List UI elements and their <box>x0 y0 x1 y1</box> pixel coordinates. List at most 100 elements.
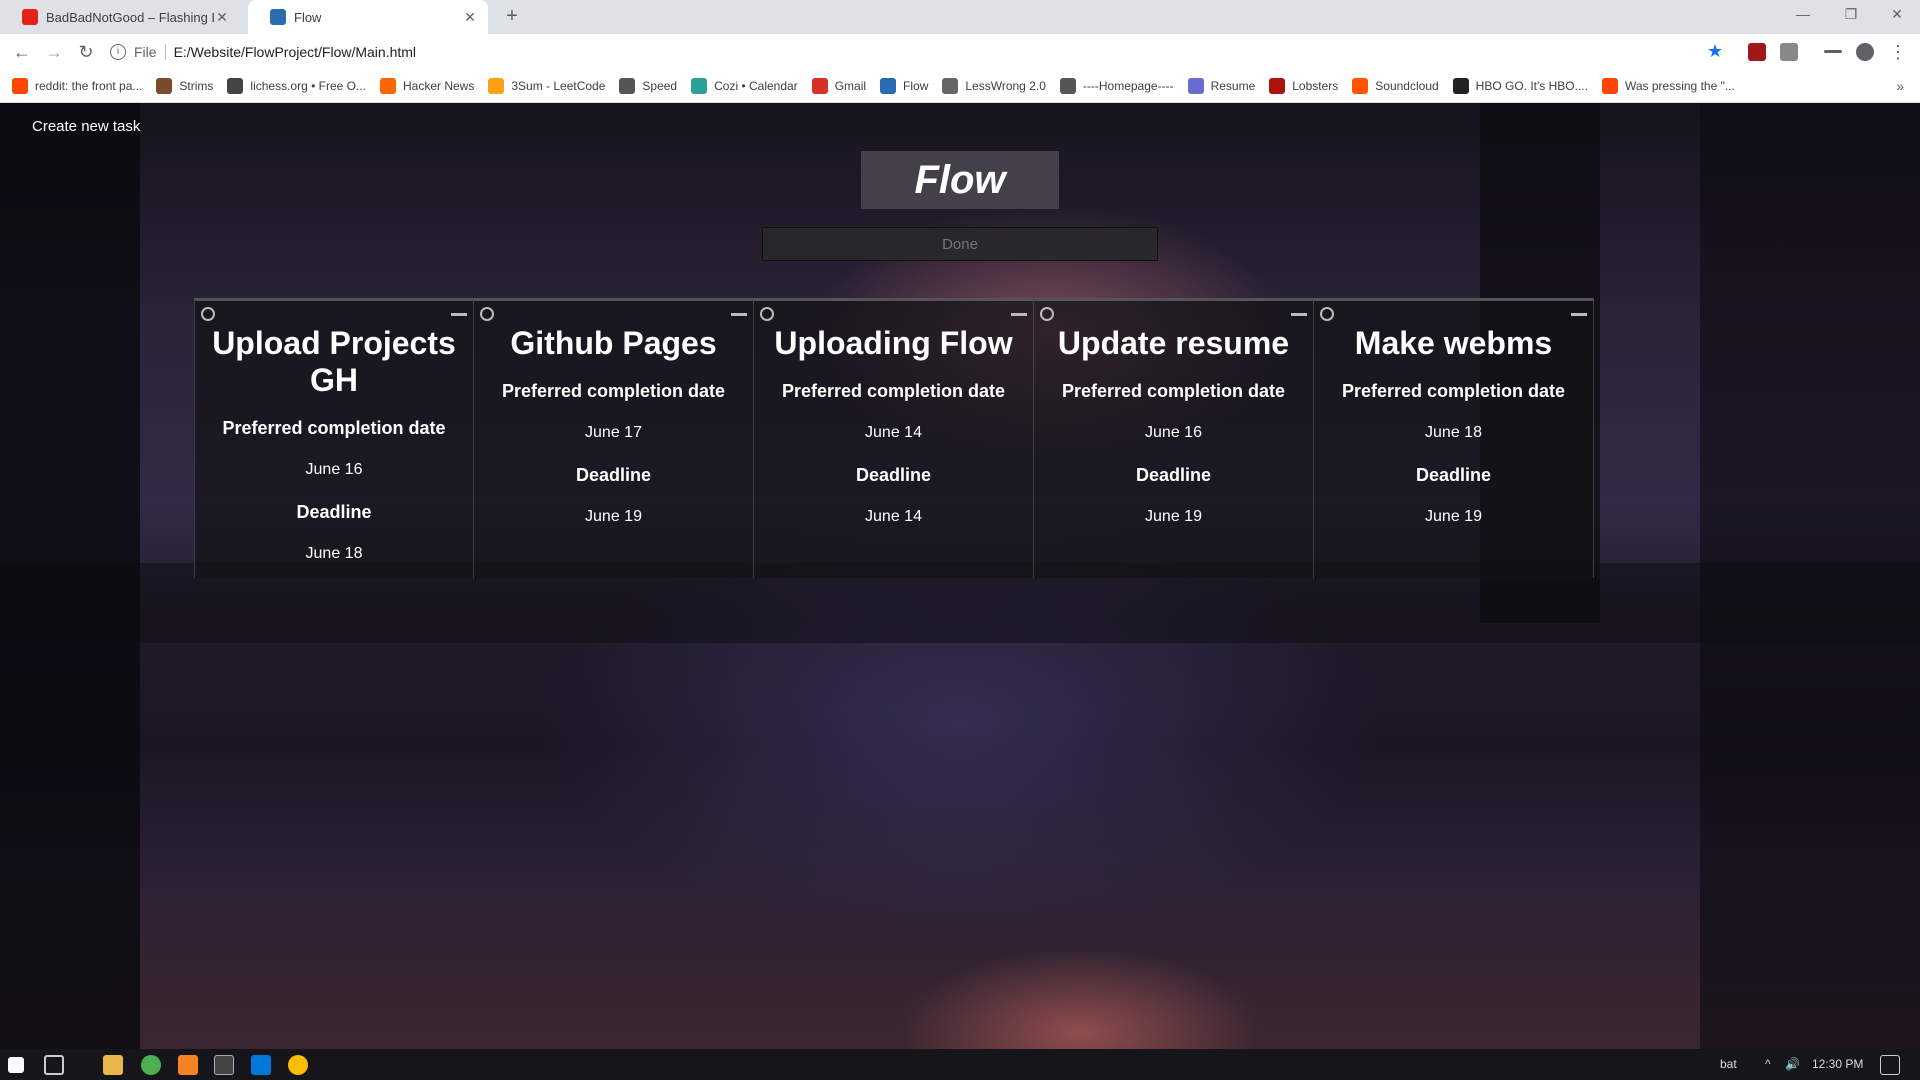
complete-circle-icon[interactable] <box>480 307 494 321</box>
volume-icon[interactable]: 🔊 <box>1785 1057 1800 1071</box>
task-title: Make webms <box>1354 325 1553 361</box>
bookmark-item[interactable]: reddit: the front pa... <box>12 78 142 94</box>
complete-circle-icon[interactable] <box>760 307 774 321</box>
bookmark-favicon-icon <box>619 78 636 94</box>
preferred-date: June 17 <box>585 424 642 441</box>
file-explorer-icon[interactable] <box>103 1055 123 1075</box>
bookmark-item[interactable]: LessWrong 2.0 <box>942 78 1046 94</box>
media-icon[interactable] <box>1824 50 1842 53</box>
bookmark-favicon-icon <box>1269 78 1286 94</box>
preferred-date: June 16 <box>1145 424 1202 441</box>
deadline-label: Deadline <box>575 465 652 485</box>
back-icon[interactable]: ← <box>10 40 34 64</box>
tab-youtube[interactable]: BadBadNotGood – Flashing Lights ✕ <box>0 0 240 34</box>
flow-icon <box>270 9 286 25</box>
deadline-label: Deadline <box>855 465 932 485</box>
bookmark-favicon-icon <box>1187 78 1204 94</box>
minus-icon[interactable] <box>451 313 467 316</box>
complete-circle-icon[interactable] <box>1040 307 1054 321</box>
tray-chevron-icon[interactable]: ^ <box>1765 1057 1771 1071</box>
bookmark-item[interactable]: Soundcloud <box>1352 78 1439 94</box>
bookmark-item[interactable]: HBO GO. It's HBO.... <box>1452 78 1588 94</box>
bookmark-favicon-icon <box>156 78 173 94</box>
chrome-canary-icon[interactable] <box>288 1055 308 1075</box>
bookmark-item[interactable]: Hacker News <box>379 78 474 94</box>
url-text[interactable]: E:/Website/FlowProject/Flow/Main.html <box>174 44 416 60</box>
bookmark-label: LessWrong 2.0 <box>965 79 1046 93</box>
close-icon[interactable]: ✕ <box>462 9 478 26</box>
vscode-icon[interactable] <box>251 1055 271 1075</box>
ublock-icon[interactable] <box>1748 43 1766 61</box>
search-app-icon[interactable] <box>178 1055 198 1075</box>
deadline-date: June 19 <box>1145 508 1202 525</box>
bookmark-item[interactable]: 3Sum - LeetCode <box>488 78 605 94</box>
window-close-icon[interactable]: ✕ <box>1874 0 1920 30</box>
tab-flow[interactable]: Flow ✕ <box>248 0 488 34</box>
bookmark-label: HBO GO. It's HBO.... <box>1475 79 1588 93</box>
notifications-icon[interactable] <box>1880 1055 1900 1075</box>
bookmark-item[interactable]: ----Homepage---- <box>1059 78 1174 94</box>
app-title-box: Flow <box>861 151 1059 209</box>
tray-label[interactable]: bat <box>1720 1057 1737 1071</box>
bookmark-label: 3Sum - LeetCode <box>511 79 606 93</box>
complete-circle-icon[interactable] <box>201 307 215 321</box>
info-icon[interactable]: i <box>110 44 126 60</box>
minus-icon[interactable] <box>1011 313 1027 316</box>
create-task-link[interactable]: Create new task <box>32 118 140 135</box>
address-bar[interactable]: i File E:/Website/FlowProject/Flow/Main.… <box>110 37 1730 67</box>
complete-circle-icon[interactable] <box>1320 307 1334 321</box>
task-card: Update resume Preferred completion date … <box>1034 298 1314 578</box>
new-tab-button[interactable]: + <box>500 5 524 29</box>
minus-icon[interactable] <box>731 313 747 316</box>
preferred-label: Preferred completion date <box>501 381 726 401</box>
bookmark-label: Soundcloud <box>1375 79 1439 93</box>
bookmark-item[interactable]: Lobsters <box>1269 78 1338 94</box>
bookmarks-overflow-icon[interactable]: » <box>1896 78 1904 94</box>
divider <box>164 44 166 60</box>
minus-icon[interactable] <box>1571 313 1587 316</box>
url-scheme: File <box>134 44 157 60</box>
bookmark-favicon-icon <box>880 78 897 94</box>
task-list: Upload Projects GH Preferred completion … <box>194 298 1594 578</box>
task-title: Upload Projects GH <box>212 325 456 398</box>
bookmark-item[interactable]: Gmail <box>811 78 866 94</box>
reload-icon[interactable]: ↻ <box>74 40 98 64</box>
chrome-icon[interactable] <box>141 1055 161 1075</box>
bookmark-favicon-icon <box>1059 78 1076 94</box>
minimize-icon[interactable]: — <box>1780 0 1826 30</box>
forward-icon[interactable]: → <box>42 40 66 64</box>
windows-start-icon[interactable] <box>8 1057 24 1073</box>
youtube-icon <box>22 9 38 25</box>
bookmark-item[interactable]: Was pressing the "... <box>1601 78 1735 94</box>
bookmark-item[interactable]: lichess.org • Free O... <box>227 78 366 94</box>
deadline-date: June 19 <box>585 508 642 525</box>
bookmark-favicon-icon <box>488 78 505 94</box>
bookmark-label: Flow <box>903 79 929 93</box>
task-title: Github Pages <box>510 325 717 361</box>
bookmark-item[interactable]: Cozi • Calendar <box>691 78 798 94</box>
close-icon[interactable]: ✕ <box>214 9 230 26</box>
task-card: Upload Projects GH Preferred completion … <box>194 298 474 578</box>
bookmark-item[interactable]: Resume <box>1187 78 1255 94</box>
deadline-date: June 18 <box>305 545 363 562</box>
bookmark-item[interactable]: Strims <box>156 78 213 94</box>
preferred-date: June 16 <box>305 461 363 478</box>
bookmark-item[interactable]: Speed <box>619 78 677 94</box>
preferred-label: Preferred completion date <box>1341 381 1566 401</box>
menu-icon[interactable]: ⋮ <box>1886 40 1910 64</box>
task-view-icon[interactable] <box>44 1055 64 1075</box>
cast-icon[interactable] <box>1780 43 1798 61</box>
profile-icon[interactable] <box>1856 43 1874 61</box>
bookmark-item[interactable]: Flow <box>880 78 928 94</box>
tab-title: BadBadNotGood – Flashing Lights <box>46 9 214 25</box>
bookmark-star-icon[interactable]: ★ <box>1707 41 1723 62</box>
bookmark-label: Strims <box>179 79 214 93</box>
clock[interactable]: 12:30 PM <box>1812 1057 1863 1071</box>
restore-icon[interactable]: ❐ <box>1828 0 1874 30</box>
task-title: Uploading Flow <box>774 325 1013 361</box>
terminal-icon[interactable] <box>214 1055 234 1075</box>
done-button[interactable]: Done <box>762 227 1158 261</box>
bookmark-favicon-icon <box>1452 78 1469 94</box>
minus-icon[interactable] <box>1291 313 1307 316</box>
bookmark-label: Lobsters <box>1292 79 1339 93</box>
